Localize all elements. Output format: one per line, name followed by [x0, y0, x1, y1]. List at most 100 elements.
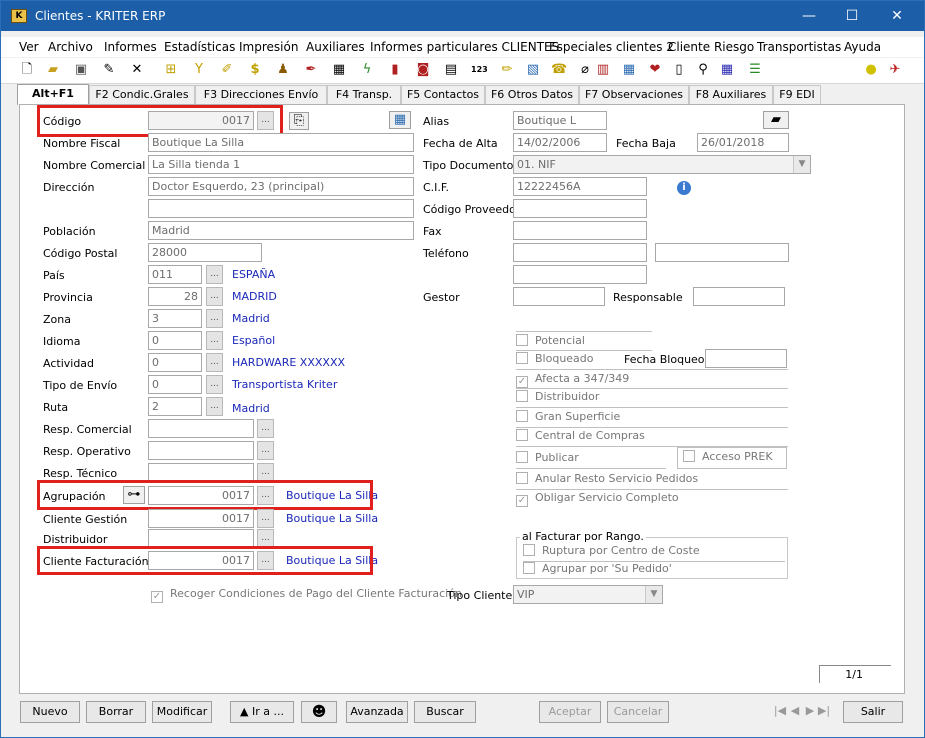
telefono-field[interactable]	[513, 243, 647, 262]
gestion-lookup-button[interactable]: ...	[257, 509, 274, 528]
obligar-checkbox[interactable]: ✓ Obligar Servicio Completo	[516, 491, 788, 509]
menu-estadisticas[interactable]: Estadísticas	[164, 40, 235, 54]
envio-field[interactable]: 0	[148, 375, 202, 394]
camera-icon[interactable]: ◙	[415, 62, 431, 78]
minimize-button[interactable]: —	[786, 1, 832, 31]
fecha-bloqueo-field[interactable]	[705, 349, 787, 368]
car-icon[interactable]: ▰	[763, 111, 789, 129]
resp-comercial-lookup-button[interactable]: ...	[257, 419, 274, 438]
tab-transp[interactable]: F4 Transp.	[327, 85, 401, 104]
heart-icon[interactable]: ❤	[647, 62, 663, 78]
tab-contactos[interactable]: F5 Contactos	[401, 85, 485, 104]
menu-auxiliares[interactable]: Auxiliares	[306, 40, 365, 54]
close-button[interactable]: ✕	[874, 1, 920, 31]
stamp-icon[interactable]: ♟	[275, 62, 291, 78]
tab-gral[interactable]: Alt+F1 Gral	[17, 84, 89, 118]
modificar-button[interactable]: Modificar	[152, 701, 212, 723]
avanzada-button[interactable]: Avanzada	[346, 701, 408, 723]
pencil-icon[interactable]: ✐	[219, 62, 235, 78]
maximize-button[interactable]: ☐	[829, 1, 875, 31]
gran-superficie-checkbox[interactable]: Gran Superficie	[516, 410, 788, 428]
zona-field[interactable]: 3	[148, 309, 202, 328]
doc-icon[interactable]: ▯	[671, 62, 687, 78]
bar-chart-icon[interactable]: ▮	[387, 62, 403, 78]
recoger-checkbox[interactable]: ✓ Recoger Condiciones de Pago del Cliente…	[151, 587, 462, 605]
tab-otros-datos[interactable]: F6 Otros Datos	[485, 85, 579, 104]
money-icon[interactable]: $	[247, 62, 263, 78]
menu-informes[interactable]: Informes	[104, 40, 157, 54]
pais-field[interactable]: 011	[148, 265, 202, 284]
publicar-checkbox[interactable]: Publicar	[516, 451, 666, 469]
provincia-field[interactable]: 28	[148, 287, 202, 306]
salir-button[interactable]: Salir	[843, 701, 903, 723]
tab-condic-grales[interactable]: F2 Condic.Grales	[89, 85, 195, 104]
book-icon[interactable]: ▥	[595, 62, 611, 78]
menu-archivo[interactable]: Archivo	[48, 40, 93, 54]
nombre-fiscal-field[interactable]: Boutique La Silla	[148, 133, 414, 152]
provincia-lookup-button[interactable]: ...	[206, 287, 223, 306]
actividad-field[interactable]: 0	[148, 353, 202, 372]
lightning-icon[interactable]: ϟ	[359, 62, 375, 78]
cod-prov-field[interactable]	[513, 199, 647, 218]
clip-icon[interactable]: ⌀	[577, 62, 593, 78]
edit-icon[interactable]: ✎	[101, 62, 117, 78]
new-doc-icon[interactable]: 🗋	[19, 62, 35, 78]
prev-record-icon[interactable]: ◀	[788, 701, 802, 723]
potencial-checkbox[interactable]: Potencial	[516, 331, 652, 351]
info-icon[interactable]: i	[677, 181, 691, 195]
copy-icon[interactable]: ⎘	[289, 112, 309, 130]
tab-auxiliares[interactable]: F8 Auxiliares	[689, 85, 773, 104]
robot-icon[interactable]: ☻	[301, 701, 337, 723]
open-folder-icon[interactable]: ▰	[45, 62, 61, 78]
nuevo-button[interactable]: Nuevo	[20, 701, 80, 723]
phone-icon[interactable]: ☎	[551, 62, 567, 78]
nombre-comercial-field[interactable]: La Silla tienda 1	[148, 155, 414, 174]
pais-lookup-button[interactable]: ...	[206, 265, 223, 284]
fecha-baja-field[interactable]: 26/01/2018	[697, 133, 789, 152]
fax-field[interactable]	[513, 221, 647, 240]
direccion-field[interactable]: Doctor Esquerdo, 23 (principal)	[148, 177, 414, 196]
tree-icon[interactable]: ⊞	[163, 62, 179, 78]
ruta-lookup-button[interactable]: ...	[206, 397, 223, 416]
telefono3-field[interactable]	[513, 265, 647, 284]
marker-icon[interactable]: ✏	[499, 62, 515, 78]
table-icon[interactable]: ▦	[331, 62, 347, 78]
cancelar-button[interactable]: Cancelar	[607, 701, 669, 723]
menu-cliente-riesgo[interactable]: Cliente Riesgo	[668, 40, 754, 54]
alias-field[interactable]: Boutique L	[513, 111, 607, 130]
tipo-cliente-select[interactable]: VIP ▼	[513, 585, 663, 604]
cp-field[interactable]: 28000	[148, 243, 262, 262]
delete-icon[interactable]: ✕	[129, 62, 145, 78]
resp-comercial-field[interactable]	[148, 419, 254, 438]
exit-icon[interactable]: ✈	[887, 62, 903, 78]
next-record-icon[interactable]: ▶	[803, 701, 817, 723]
lightbulb-icon[interactable]: ●	[863, 62, 879, 78]
tab-edi[interactable]: F9 EDI	[773, 85, 821, 104]
menu-transportistas[interactable]: Transportistas	[757, 40, 841, 54]
aceptar-button[interactable]: Aceptar	[539, 701, 601, 723]
responsable-field[interactable]	[693, 287, 785, 306]
menu-especiales-clientes[interactable]: Especiales clientes 2	[549, 40, 674, 54]
envio-lookup-button[interactable]: ...	[206, 375, 223, 394]
telefono2-field[interactable]	[655, 243, 789, 262]
chart-grid-icon[interactable]: ▦	[719, 62, 735, 78]
paperclip-icon[interactable]: ⚲	[695, 62, 711, 78]
ir-a-button[interactable]: ▲ Ir a ...	[230, 701, 294, 723]
menu-impresion[interactable]: Impresión	[239, 40, 298, 54]
ruptura-checkbox[interactable]: Ruptura por Centro de Coste	[523, 544, 785, 562]
menu-informes-particulares[interactable]: Informes particulares CLIENTES	[370, 40, 559, 54]
resp-operativo-lookup-button[interactable]: ...	[257, 441, 274, 460]
tree-list-icon[interactable]: ☰	[747, 62, 763, 78]
menu-ver[interactable]: Ver	[19, 40, 39, 54]
tab-observaciones[interactable]: F7 Observaciones	[579, 85, 689, 104]
tipo-doc-select[interactable]: 01. NIF ▼	[513, 155, 811, 174]
first-record-icon[interactable]: |◀	[773, 701, 787, 723]
menu-ayuda[interactable]: Ayuda	[844, 40, 881, 54]
calculator-icon[interactable]: ▦	[389, 111, 411, 129]
afecta-checkbox[interactable]: ✓ Afecta a 347/349	[516, 369, 788, 389]
save-icon[interactable]: ▣	[73, 62, 89, 78]
bloqueado-checkbox[interactable]: Bloqueado	[516, 352, 616, 370]
poblacion-field[interactable]: Madrid	[148, 221, 414, 240]
distribuidor-checkbox[interactable]: Distribuidor	[516, 390, 788, 408]
brush-icon[interactable]: ✒	[303, 62, 319, 78]
